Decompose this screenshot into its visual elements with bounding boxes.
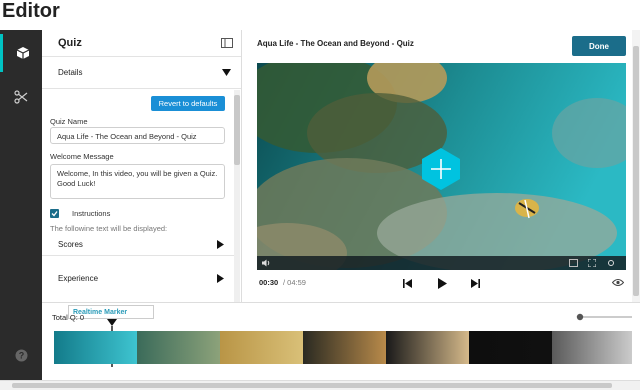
details-label: Details: [58, 68, 83, 77]
svg-text:?: ?: [18, 350, 24, 360]
scissors-icon: [14, 90, 28, 104]
filmstrip-thumbnail: [469, 331, 552, 364]
thumbnail-filmstrip[interactable]: [54, 331, 632, 364]
filmstrip-thumbnail: [137, 331, 220, 364]
quiz-panel-header: Quiz: [42, 30, 241, 57]
volume-icon[interactable]: [262, 259, 270, 267]
video-title: Aqua Life - The Ocean and Beyond - Quiz: [257, 39, 414, 48]
filmstrip-thumbnail: [552, 331, 632, 364]
quiz-panel-scrollbar[interactable]: [234, 90, 240, 302]
scores-section-toggle[interactable]: Scores: [42, 234, 234, 256]
page-title: Editor: [2, 0, 60, 22]
welcome-message-field[interactable]: Welcome, In this video, you will be give…: [50, 164, 225, 199]
page-vertical-scrollbar[interactable]: [632, 30, 640, 302]
quiz-name-field[interactable]: Aqua Life - The Ocean and Beyond - Quiz: [50, 127, 225, 144]
fullscreen-icon[interactable]: [588, 259, 596, 267]
filmstrip-thumbnail: [386, 331, 469, 364]
timeline-scroll-thumb[interactable]: [12, 383, 612, 388]
captions-icon[interactable]: [569, 259, 578, 267]
settings-icon[interactable]: [607, 259, 615, 267]
timeline-zoom-slider[interactable]: [576, 312, 632, 322]
done-button[interactable]: Done: [572, 36, 626, 56]
current-time: 00:30: [259, 278, 279, 287]
experience-label: Experience: [58, 273, 99, 283]
duration: / 04:59: [283, 278, 306, 287]
total-questions: Total Q: 0: [52, 313, 85, 322]
add-question-button[interactable]: [419, 147, 463, 191]
next-frame-icon[interactable]: [471, 279, 480, 288]
caret-down-icon: [222, 69, 231, 76]
filmstrip-thumbnail: [220, 331, 303, 364]
experience-section-toggle[interactable]: Experience: [42, 267, 234, 289]
checkmark-icon: [51, 211, 58, 217]
filmstrip-thumbnail: [303, 331, 386, 364]
instructions-checkbox[interactable]: [50, 209, 59, 218]
video-overlay-controls: [257, 256, 626, 270]
quiz-name-label: Quiz Name: [50, 117, 88, 126]
eye-icon[interactable]: [612, 278, 624, 287]
video-preview[interactable]: [257, 63, 626, 270]
page-vertical-scroll-thumb[interactable]: [633, 46, 639, 296]
timeline-horizontal-scrollbar[interactable]: [0, 380, 640, 390]
panel-layout-icon[interactable]: [221, 38, 233, 48]
filmstrip-thumbnail: [54, 331, 137, 364]
editor-app: ? Quiz Details Revert to defaults Quiz N…: [0, 30, 640, 390]
details-section-toggle[interactable]: Details: [42, 57, 241, 89]
instructions-hint: The followine text will be displayed:: [50, 224, 168, 233]
revert-to-defaults-button[interactable]: Revert to defaults: [151, 96, 225, 111]
instructions-label: Instructions: [72, 209, 111, 218]
playback-bar: 00:30 / 04:59: [257, 276, 626, 290]
quiz-panel-title: Quiz: [58, 37, 82, 49]
left-rail: ?: [0, 30, 42, 380]
welcome-message-label: Welcome Message: [50, 152, 114, 161]
previous-frame-icon[interactable]: [403, 279, 412, 288]
player-area: Aqua Life - The Ocean and Beyond - Quiz …: [243, 30, 640, 302]
scores-label: Scores: [58, 240, 83, 249]
timeline: Realtime Marker Total Q: 0: [42, 302, 640, 380]
rail-item-quiz[interactable]: [0, 34, 42, 72]
rail-item-edit[interactable]: [0, 78, 42, 116]
play-icon[interactable]: [438, 278, 447, 289]
caret-right-icon: [217, 240, 224, 249]
caret-right-icon: [217, 273, 224, 283]
cube-icon: [16, 47, 29, 59]
rail-item-help[interactable]: ?: [0, 336, 42, 374]
help-icon: ?: [15, 349, 27, 361]
quiz-panel-scroll-thumb[interactable]: [234, 95, 240, 165]
quiz-panel: Quiz Details Revert to defaults Quiz Nam…: [42, 30, 242, 302]
